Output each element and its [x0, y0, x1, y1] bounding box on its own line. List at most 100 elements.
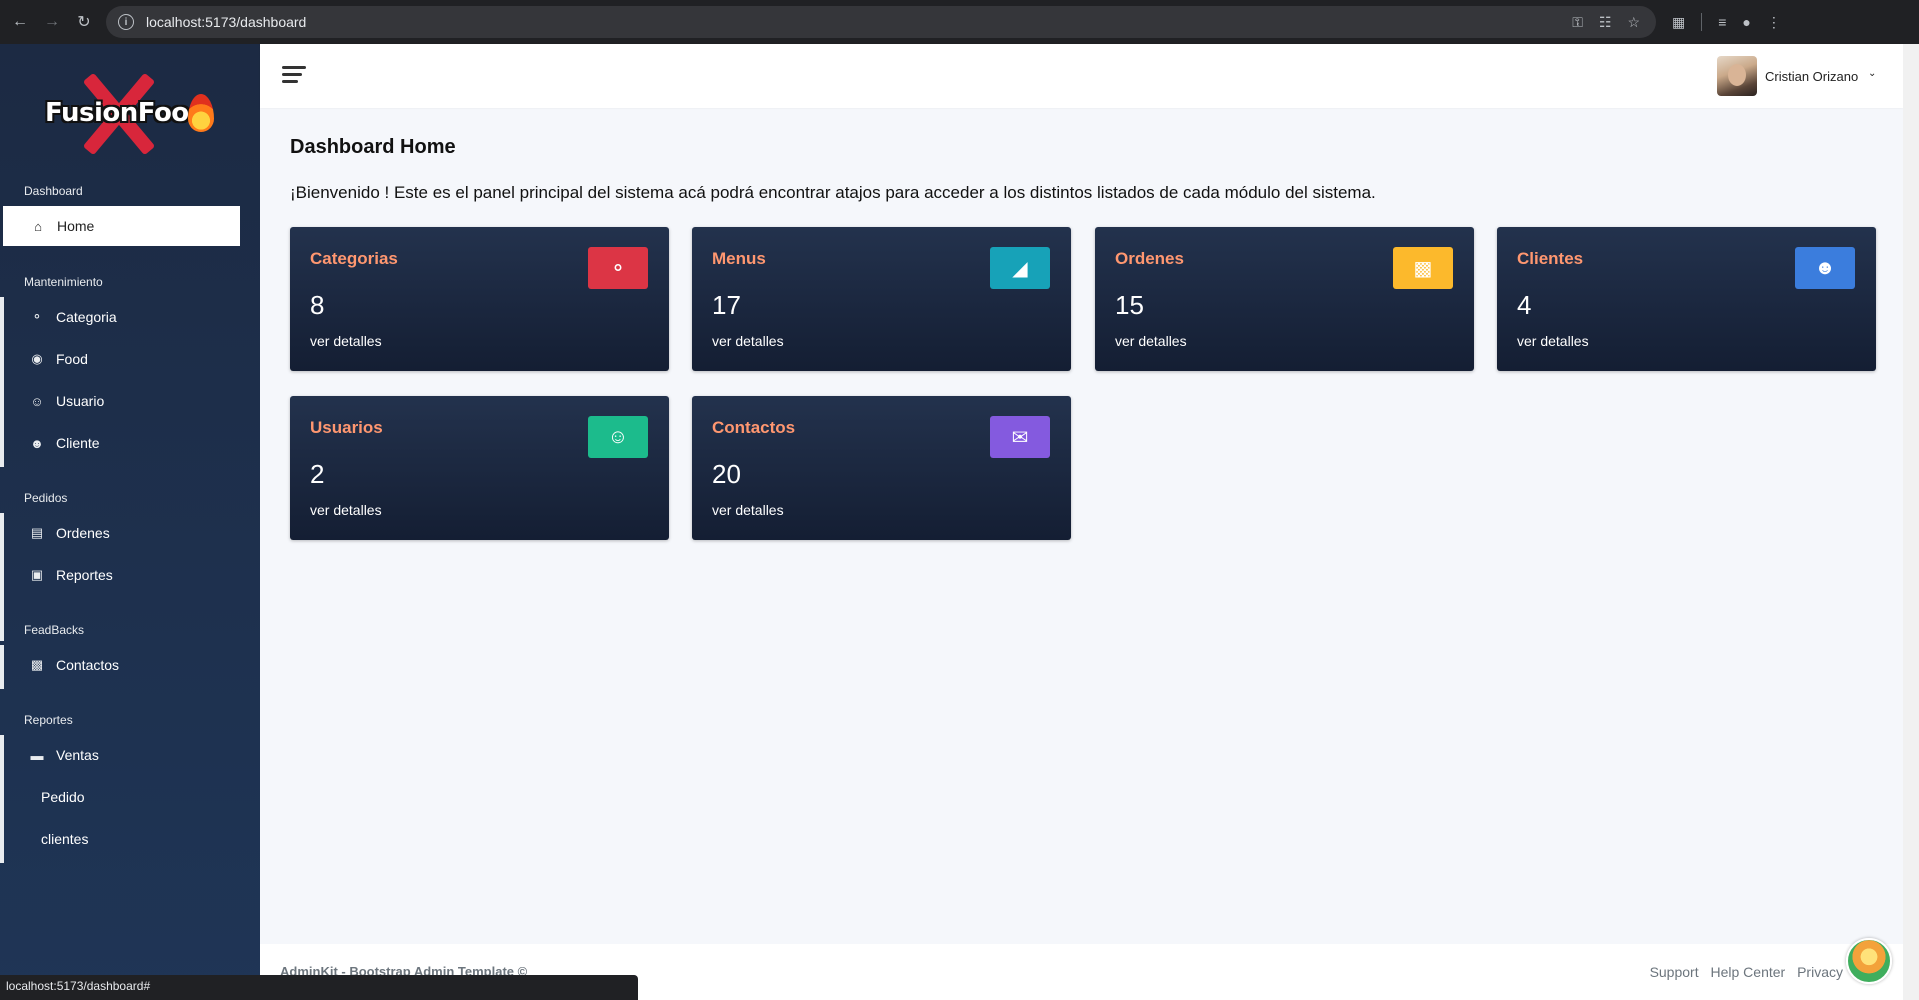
- user-tie-icon: ☺: [588, 416, 648, 458]
- url-text[interactable]: localhost:5173/dashboard: [146, 14, 306, 30]
- sidebar: FusionFood Dashboard ⌂ Home Mantenimient…: [0, 44, 260, 1000]
- sidebar-subitem-clientes[interactable]: clientes: [41, 831, 88, 847]
- card-ordenes[interactable]: Ordenes 15 ver detalles ▩: [1095, 227, 1474, 371]
- card-title: Categorias: [310, 249, 398, 268]
- users-icon: ☻: [30, 435, 44, 451]
- footer-link-support[interactable]: Support: [1650, 964, 1699, 980]
- card-details-link[interactable]: ver detalles: [310, 333, 382, 349]
- card-title: Clientes: [1517, 249, 1584, 268]
- toolbar-divider: [1701, 13, 1703, 31]
- sidebar-item-home[interactable]: ⌂ Home: [3, 206, 240, 246]
- card-details-link[interactable]: ver detalles: [712, 502, 784, 518]
- sidebar-item-contactos[interactable]: ▩ Contactos: [28, 648, 119, 682]
- sidebar-item-label: Categoria: [56, 309, 117, 325]
- sidebar-item-ventas[interactable]: ▬ Ventas: [28, 738, 99, 772]
- user-name[interactable]: Cristian Orizano: [1765, 69, 1858, 84]
- card-title: Contactos: [712, 418, 796, 437]
- card-count: 17: [712, 290, 741, 320]
- status-bar-url: localhost:5173/dashboard#: [0, 975, 638, 1000]
- browser-toolbar: ← → ↻ i localhost:5173/dashboard ⚿ ☷ ☆ ▦…: [0, 0, 1919, 44]
- group-indicator: [0, 297, 4, 467]
- card-details-link[interactable]: ver detalles: [310, 502, 382, 518]
- envelope-icon: ✉: [990, 416, 1050, 458]
- hamburger-menu-icon[interactable]: [282, 66, 306, 84]
- footer-link-help-center[interactable]: Help Center: [1711, 964, 1786, 980]
- sidebar-item-ordenes[interactable]: ▤ Ordenes: [28, 516, 110, 550]
- page-scrollbar[interactable]: [1903, 44, 1919, 1000]
- sidebar-item-usuario[interactable]: ☺ Usuario: [28, 384, 104, 418]
- footer-links: Support Help Center Privacy: [1642, 964, 1843, 980]
- users-icon: ☻: [1795, 247, 1855, 289]
- clipboard-icon: ▤: [30, 525, 44, 540]
- card-clientes[interactable]: Clientes 4 ver detalles ☻: [1497, 227, 1876, 371]
- chevron-down-icon[interactable]: ⌄: [1868, 68, 1876, 79]
- reload-icon[interactable]: ↻: [72, 10, 96, 34]
- card-title: Menus: [712, 249, 766, 268]
- boxes-icon: ▩: [1393, 247, 1453, 289]
- page-title: Dashboard Home: [290, 136, 456, 159]
- section-pedidos: Pedidos: [24, 491, 68, 505]
- profile-icon[interactable]: ●: [1742, 14, 1750, 30]
- card-count: 15: [1115, 290, 1144, 320]
- section-feadbacks: FeadBacks: [24, 623, 85, 637]
- flame-icon: [188, 94, 214, 132]
- card-usuarios[interactable]: Usuarios 2 ver detalles ☺: [290, 396, 669, 540]
- key-icon[interactable]: ⚿: [1572, 14, 1583, 31]
- address-bar[interactable]: i localhost:5173/dashboard ⚿ ☷ ☆: [106, 6, 1656, 38]
- sidebar-item-label: Cliente: [56, 435, 100, 451]
- card-count: 4: [1517, 290, 1532, 320]
- forward-arrow-icon[interactable]: →: [40, 10, 64, 34]
- card-count: 2: [310, 459, 325, 489]
- tags-icon: ⚬: [588, 247, 648, 289]
- extensions-icon[interactable]: ▦: [1672, 14, 1685, 31]
- sidebar-item-food[interactable]: ◉ Food: [28, 342, 88, 376]
- kebab-menu-icon[interactable]: ⋮: [1767, 14, 1781, 31]
- sidebar-subitem-pedido[interactable]: Pedido: [41, 789, 85, 805]
- home-icon: ⌂: [34, 218, 42, 234]
- section-mantenimiento: Mantenimiento: [24, 275, 103, 289]
- card-menus[interactable]: Menus 17 ver detalles ◢: [692, 227, 1071, 371]
- card-contactos[interactable]: Contactos 20 ver detalles ✉: [692, 396, 1071, 540]
- group-indicator: [0, 513, 4, 641]
- reading-list-icon[interactable]: ≡: [1718, 14, 1726, 30]
- sidebar-item-reportes[interactable]: ▣ Reportes: [28, 558, 113, 592]
- sidebar-item-label: Ordenes: [56, 525, 110, 541]
- translate-icon[interactable]: ☷: [1599, 14, 1612, 31]
- sidebar-item-categoria[interactable]: ⚬ Categoria: [28, 300, 117, 334]
- card-count: 8: [310, 290, 325, 320]
- card-icon: ▬: [30, 747, 44, 763]
- card-categorias[interactable]: Categorias 8 ver detalles ⚬: [290, 227, 669, 371]
- card-details-link[interactable]: ver detalles: [1115, 333, 1187, 349]
- sidebar-item-label: Food: [56, 351, 88, 367]
- card-title: Usuarios: [310, 418, 383, 437]
- section-dashboard: Dashboard: [24, 184, 83, 198]
- user-icon: ☺: [30, 393, 44, 409]
- pizza-icon: ◢: [990, 247, 1050, 289]
- sidebar-item-label: Home: [57, 218, 95, 234]
- site-info-icon[interactable]: i: [118, 14, 134, 30]
- sidebar-item-label: Reportes: [56, 567, 113, 583]
- sidebar-item-label: Usuario: [56, 393, 105, 409]
- pdf-icon: ▣: [30, 567, 44, 582]
- tag-icon: ⚬: [31, 309, 43, 324]
- sidebar-item-label: Ventas: [56, 747, 99, 763]
- page-title-rest: Home: [400, 136, 456, 158]
- page-title-bold: Dashboard: [290, 136, 395, 158]
- sidebar-item-cliente[interactable]: ☻ Cliente: [28, 426, 100, 460]
- brand-logo[interactable]: FusionFood: [40, 58, 230, 168]
- floating-avatar-bubble[interactable]: [1846, 938, 1892, 984]
- back-arrow-icon[interactable]: ←: [8, 10, 32, 34]
- card-details-link[interactable]: ver detalles: [1517, 333, 1589, 349]
- card-title: Ordenes: [1115, 249, 1184, 268]
- sidebar-item-label: Contactos: [56, 657, 120, 673]
- footer-link-privacy[interactable]: Privacy: [1797, 964, 1843, 980]
- contact-book-icon: ▩: [30, 657, 44, 672]
- group-indicator: [0, 645, 4, 689]
- avatar[interactable]: [1717, 56, 1757, 96]
- welcome-message: ¡Bienvenido ! Este es el panel principal…: [290, 183, 1376, 202]
- star-icon[interactable]: ☆: [1627, 14, 1640, 31]
- group-indicator: [0, 735, 4, 863]
- topbar: Cristian Orizano ⌄: [260, 44, 1903, 108]
- card-count: 20: [712, 459, 741, 489]
- card-details-link[interactable]: ver detalles: [712, 333, 784, 349]
